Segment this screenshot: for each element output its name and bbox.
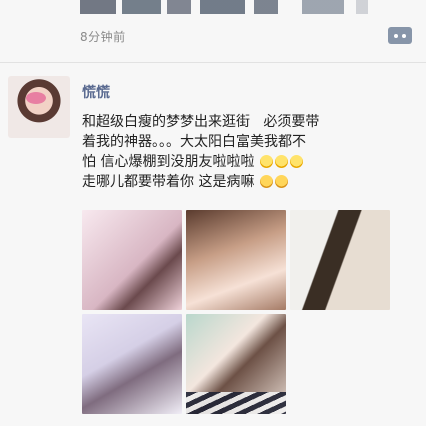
post-text-line-4: 走哪儿都要带着你 这是病嘛 bbox=[82, 174, 255, 190]
post-text: 和超级白瘦的梦梦出来逛街 必须要带 着我的神器。。。大太阳白富美我都不 怕 信心… bbox=[82, 112, 412, 192]
comment-menu-button[interactable] bbox=[388, 27, 412, 44]
post-divider bbox=[0, 62, 426, 63]
laugh-emoji-icon bbox=[259, 155, 273, 168]
photo-thumbnail[interactable] bbox=[186, 210, 286, 310]
laugh-emoji-icon bbox=[289, 155, 303, 168]
laugh-emoji-icon bbox=[274, 155, 288, 168]
avatar-accessory bbox=[26, 92, 46, 104]
previous-post-text-fragment bbox=[80, 0, 380, 14]
post-text-line-2: 着我的神器。。。大太阳白富美我都不 bbox=[82, 134, 306, 150]
photo-thumbnail[interactable] bbox=[186, 314, 286, 414]
emoji-group-line-4 bbox=[259, 174, 289, 190]
smile-emoji-icon bbox=[259, 175, 273, 188]
post-text-line-3: 怕 信心爆棚到没朋友啦啦啦 bbox=[82, 154, 255, 170]
photo-thumbnail[interactable] bbox=[82, 314, 182, 414]
post-timestamp: 8分钟前 bbox=[80, 30, 126, 44]
moments-feed: 8分钟前 慌慌 和超级白瘦的梦梦出来逛街 必须要带 着我的神器。。。大太阳白富美… bbox=[0, 0, 426, 426]
emoji-group-line-3 bbox=[259, 154, 304, 170]
post-text-line-1: 和超级白瘦的梦梦出来逛街 必须要带 bbox=[82, 114, 320, 130]
photo-thumbnail[interactable] bbox=[290, 210, 390, 310]
author-name[interactable]: 慌慌 bbox=[82, 82, 110, 102]
photo-thumbnail[interactable] bbox=[82, 210, 182, 310]
smile-emoji-icon bbox=[274, 175, 288, 188]
avatar[interactable] bbox=[8, 76, 70, 138]
photo-stripe-pattern bbox=[186, 392, 286, 414]
